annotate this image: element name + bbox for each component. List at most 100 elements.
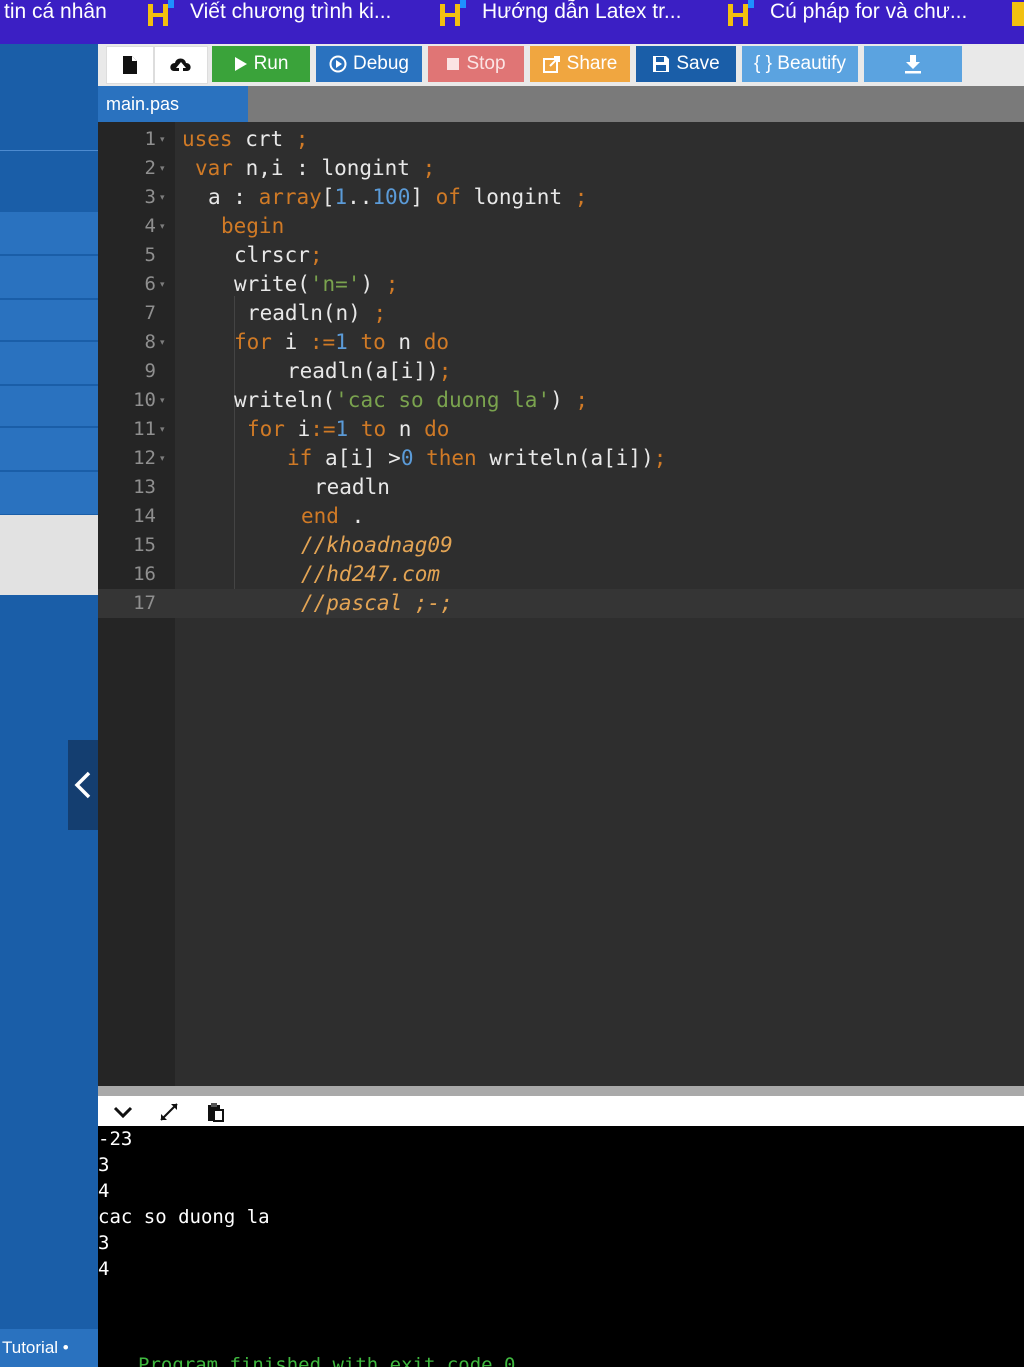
line-number: 7 — [144, 302, 156, 324]
fold-arrow-icon[interactable]: ▾ — [160, 280, 165, 289]
debug-button[interactable]: Debug — [316, 46, 422, 82]
chevron-down-icon — [113, 1106, 133, 1119]
token: ; — [373, 301, 387, 325]
fold-arrow-icon[interactable]: ▾ — [160, 425, 165, 434]
sidebar-ad-block — [0, 515, 98, 595]
code-text: write('n=') ; — [234, 270, 398, 299]
line-number: 3 — [144, 186, 156, 208]
share-label: Share — [566, 53, 618, 74]
stop-icon — [446, 57, 460, 71]
hoc247-icon — [440, 0, 466, 26]
fold-arrow-icon[interactable]: ▾ — [160, 164, 165, 173]
line-number: 10 — [133, 389, 156, 411]
token: ; — [385, 272, 399, 296]
chevron-left-icon — [74, 771, 91, 799]
beautify-button[interactable]: { } Beautify — [742, 46, 858, 82]
token: . — [338, 504, 365, 528]
code-text: //khoadnag09 — [301, 531, 453, 560]
code-editor[interactable]: 1 ▾ uses crt ; 2 ▾ var n,i : longint ; 3 ▾ … — [98, 122, 1024, 1086]
token: 'n=' — [309, 272, 361, 296]
upload-button[interactable] — [154, 46, 208, 84]
sidebar-tutorial-link[interactable]: Tutorial • — [0, 1329, 100, 1367]
output-console[interactable]: -23 3 4 cac so duong la 3 4 Program fini… — [98, 1126, 1024, 1367]
code-line: 7 readln(n) ; — [98, 299, 1024, 328]
code-text: begin — [221, 212, 284, 241]
sidebar-collapse-button[interactable] — [68, 740, 98, 830]
code-line: 16 //hd247.com — [98, 560, 1024, 589]
line-number: 11 — [133, 418, 156, 440]
token: ; — [295, 127, 309, 151]
fold-arrow-icon[interactable]: ▾ — [160, 454, 165, 463]
bookmark-label: Hướng dẫn Latex tr... — [482, 0, 682, 23]
code-line: 8 ▾ for i :=1 to n do — [98, 328, 1024, 357]
fold-arrow-icon[interactable]: ▾ — [160, 396, 165, 405]
sidebar-item[interactable] — [0, 472, 98, 514]
token: ; — [309, 243, 323, 267]
code-line: 5 clrscr; — [98, 241, 1024, 270]
line-number: 2 — [144, 157, 156, 179]
debug-icon — [329, 55, 347, 73]
sidebar-item[interactable] — [0, 428, 98, 470]
line-number: 9 — [144, 360, 156, 382]
token: ] — [410, 185, 436, 209]
code-line: 9 readln(a[i]); — [98, 357, 1024, 386]
token: ) — [360, 272, 386, 296]
token: := — [309, 330, 336, 354]
bookmark-personal[interactable]: tin cá nhân — [4, 0, 107, 44]
output-line: 3 — [98, 1232, 110, 1254]
collapse-output-button[interactable] — [110, 1099, 136, 1125]
code-text: readln(a[i]); — [287, 357, 451, 386]
token: 'cac so duong la' — [335, 388, 551, 412]
bookmark-cu-phap-for[interactable]: Cú pháp for và chư... — [726, 0, 967, 44]
token: a : — [208, 185, 259, 209]
output-line: cac so duong la — [98, 1206, 270, 1228]
bookmarks-bar: tin cá nhân Viết chương trình ki... Hướn… — [0, 0, 1024, 44]
code-text: end . — [301, 502, 364, 531]
sidebar-item[interactable] — [0, 386, 98, 426]
bookmark-viet-chuong-trinh[interactable]: Viết chương trình ki... — [146, 0, 391, 44]
save-label: Save — [676, 53, 720, 74]
download-button[interactable] — [864, 46, 962, 82]
bookmark-overflow-icon[interactable] — [1012, 2, 1024, 26]
line-number: 13 — [133, 476, 156, 498]
fold-arrow-icon[interactable]: ▾ — [160, 193, 165, 202]
code-line: 1 ▾ uses crt ; — [98, 125, 1024, 154]
output-toolbar — [98, 1096, 1024, 1126]
token: clrscr — [234, 243, 310, 267]
bookmark-latex[interactable]: Hướng dẫn Latex tr... — [438, 0, 681, 44]
token: write( — [234, 272, 310, 296]
line-number: 16 — [133, 563, 156, 585]
fold-arrow-icon[interactable]: ▾ — [160, 338, 165, 347]
sidebar-item[interactable] — [0, 300, 98, 340]
tab-main-pas[interactable]: main.pas — [98, 86, 248, 122]
expand-output-button[interactable] — [156, 1099, 182, 1125]
run-button[interactable]: Run — [212, 46, 310, 82]
token: ; — [575, 388, 589, 412]
token: i — [284, 417, 311, 441]
token: ; — [574, 185, 588, 209]
token: begin — [221, 214, 285, 238]
code-line-active: 17 //pascal ;-; — [98, 589, 1024, 618]
share-button[interactable]: Share — [530, 46, 630, 82]
save-button[interactable]: Save — [636, 46, 736, 82]
token: readln(a[i]) — [287, 359, 439, 383]
token: 0 — [400, 446, 414, 470]
token: for — [234, 330, 272, 354]
sidebar-item[interactable] — [0, 212, 98, 254]
copy-output-button[interactable] — [202, 1099, 228, 1125]
left-sidebar: Tutorial • — [0, 44, 100, 1367]
fold-arrow-icon[interactable]: ▾ — [160, 135, 165, 144]
line-number: 1 — [144, 128, 156, 150]
pane-splitter[interactable] — [98, 1086, 1024, 1096]
sidebar-item[interactable] — [0, 256, 98, 298]
token: readln(n) — [247, 301, 374, 325]
fold-arrow-icon[interactable]: ▾ — [160, 222, 165, 231]
token: n,i : longint — [232, 156, 423, 180]
token: do — [424, 417, 450, 441]
sidebar-item[interactable] — [0, 342, 98, 384]
share-icon — [542, 55, 561, 73]
new-file-button[interactable] — [106, 46, 154, 84]
code-text: readln — [314, 473, 390, 502]
stop-button[interactable]: Stop — [428, 46, 524, 82]
expand-icon — [160, 1103, 178, 1121]
